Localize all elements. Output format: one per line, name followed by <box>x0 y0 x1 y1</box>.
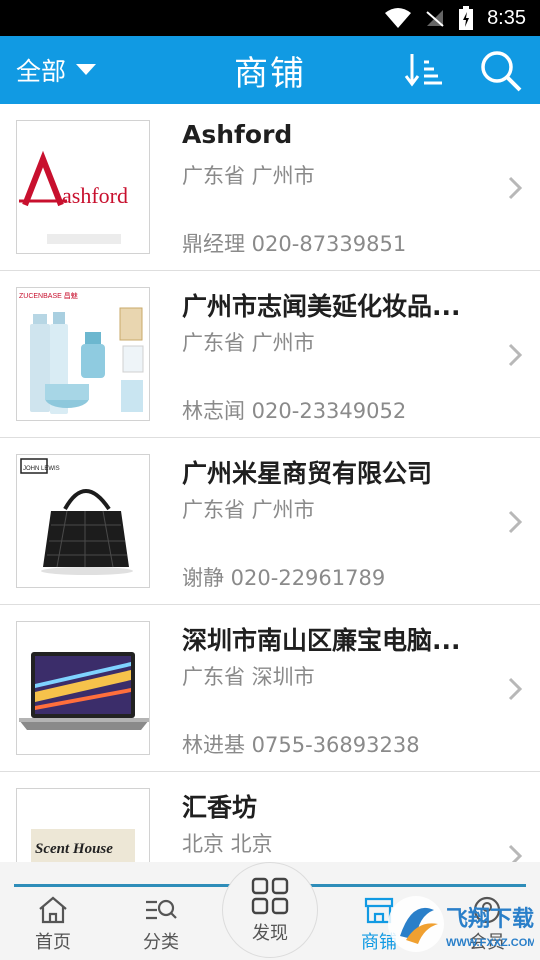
thumb-text: ZUCENBASE 昌魅 <box>19 291 78 300</box>
thumb-text: ashford <box>62 183 128 208</box>
chevron-right-icon <box>508 510 523 534</box>
store-item[interactable]: Scent House 汇香坊 北京 北京 <box>0 772 540 862</box>
watermark-url: WWW.FXXZ.COM <box>446 937 534 949</box>
category-icon <box>146 899 177 920</box>
caret-down-icon <box>76 64 97 75</box>
store-contact: 谢静 020-22961789 <box>182 566 386 590</box>
store-name: 深圳市南山区廉宝电脑... <box>182 626 461 655</box>
tab-discover[interactable]: 发现 <box>222 862 318 958</box>
battery-charging-icon <box>459 6 474 30</box>
search-icon[interactable] <box>478 48 524 92</box>
store-thumbnail-ashford: ashford <box>16 120 150 254</box>
store-name: Ashford <box>182 120 293 149</box>
store-contact: 林进基 0755-36893238 <box>182 733 420 757</box>
store-region: 广东省 深圳市 <box>182 665 315 689</box>
store-item[interactable]: 深圳市南山区廉宝电脑... 广东省 深圳市 林进基 0755-36893238 <box>0 605 540 772</box>
store-item[interactable]: ashford Ashford 广东省 广州市 鼎经理 020-87339851 <box>0 104 540 271</box>
thumb-text: Scent House <box>35 841 113 857</box>
watermark-text: 飞翔下载 <box>446 906 534 932</box>
status-time: 8:35 <box>487 6 526 29</box>
tab-home[interactable]: 首页 <box>8 896 98 960</box>
store-contact: 林志闻 020-23349052 <box>182 399 407 423</box>
store-region: 广东省 广州市 <box>182 164 315 188</box>
sort-icon[interactable] <box>404 52 444 88</box>
grid-icon <box>251 877 289 915</box>
store-thumbnail-handbag: JOHN LEWIS <box>16 454 150 588</box>
store-list[interactable]: ashford Ashford 广东省 广州市 鼎经理 020-87339851… <box>0 104 540 862</box>
filter-dropdown[interactable]: 全部 <box>16 36 97 104</box>
tab-label: 首页 <box>35 932 71 953</box>
store-name: 汇香坊 <box>182 793 258 822</box>
watermark-logo: 飞翔下载 WWW.FXXZ.COM <box>388 896 534 952</box>
store-region: 广东省 广州市 <box>182 331 315 355</box>
wifi-icon <box>385 8 412 28</box>
chevron-right-icon <box>508 844 523 862</box>
store-item[interactable]: JOHN LEWIS 广州米星商贸有限公司 广东省 广州市 谢静 020-229… <box>0 438 540 605</box>
store-name: 广州米星商贸有限公司 <box>182 459 433 488</box>
chevron-right-icon <box>508 343 523 367</box>
thumb-text: JOHN LEWIS <box>23 466 60 472</box>
store-thumbnail-laptop <box>16 621 150 755</box>
tab-category[interactable]: 分类 <box>116 896 206 960</box>
store-region: 广东省 广州市 <box>182 498 315 522</box>
status-bar: 8:35 <box>0 0 540 36</box>
store-name: 广州市志闻美延化妆品... <box>182 292 461 321</box>
tab-label: 发现 <box>252 923 288 944</box>
app-bar: 全部 商铺 <box>0 36 540 104</box>
home-icon <box>39 896 67 924</box>
store-thumbnail-cosmetics: ZUCENBASE 昌魅 <box>16 287 150 421</box>
store-thumbnail-scent-house: Scent House <box>16 788 150 862</box>
no-signal-icon <box>426 10 444 27</box>
store-region: 北京 北京 <box>182 832 273 856</box>
chevron-right-icon <box>508 176 523 200</box>
tab-label: 分类 <box>143 932 179 953</box>
store-contact: 鼎经理 020-87339851 <box>182 232 407 256</box>
store-item[interactable]: ZUCENBASE 昌魅 广州市志闻美延化妆品... 广东省 广州市 林志闻 0… <box>0 271 540 438</box>
chevron-right-icon <box>508 677 523 701</box>
filter-label: 全部 <box>16 57 67 86</box>
